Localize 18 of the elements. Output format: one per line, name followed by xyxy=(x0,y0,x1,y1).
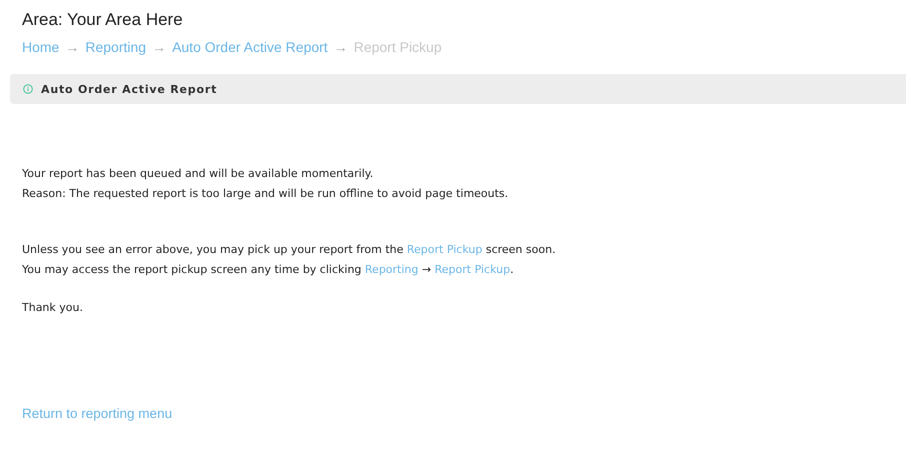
message-text: Your report has been queued and will be available momentarily. xyxy=(22,166,374,182)
info-icon xyxy=(23,84,33,94)
breadcrumb-link[interactable]: Home xyxy=(22,39,60,55)
breadcrumb-separator: → xyxy=(152,39,166,55)
message-text: You may access the report pickup screen any time by clicking Reporting → Report Pickup. xyxy=(22,262,515,278)
panel-title: Auto Order Active Report xyxy=(41,82,218,96)
report-link[interactable]: Report Pickup xyxy=(406,243,482,256)
return-link[interactable]: Return to reporting menu xyxy=(22,406,172,421)
area-title: Area: Your Area Here xyxy=(22,10,184,30)
breadcrumb-separator: → xyxy=(334,39,348,55)
report-link[interactable]: Report Pickup xyxy=(434,263,510,276)
message-text: Unless you see an error above, you may pick up your report from the Report Pickup screen soon. xyxy=(22,242,557,258)
report-link[interactable]: Reporting xyxy=(364,263,418,276)
message-text: Reason: The requested report is too large and will be run offline to avoid page timeouts. xyxy=(22,186,510,202)
breadcrumb-separator: → xyxy=(65,39,80,55)
breadcrumb-link[interactable]: Reporting xyxy=(85,39,146,55)
message-text: Thank you. xyxy=(22,300,84,316)
breadcrumb-link[interactable]: Auto Order Active Report xyxy=(172,39,328,55)
